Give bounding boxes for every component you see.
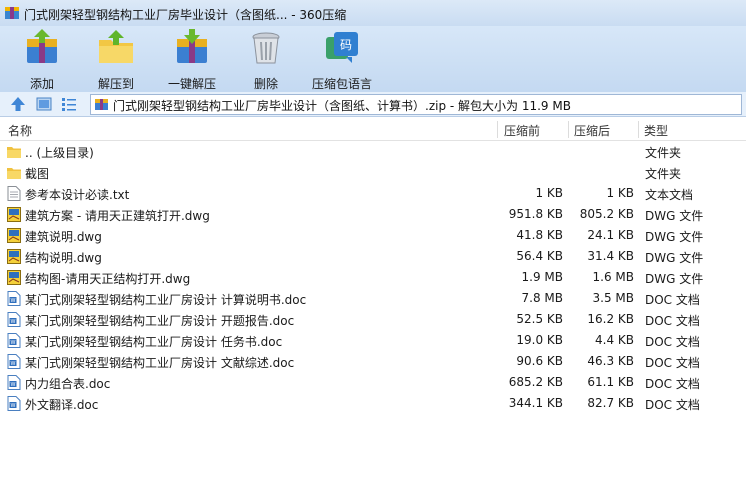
column-size[interactable]: 压缩前 bbox=[504, 122, 540, 139]
column-compressed[interactable]: 压缩后 bbox=[574, 122, 610, 139]
dwg-file-icon bbox=[7, 249, 21, 264]
doc-file-icon: W bbox=[7, 375, 21, 390]
dwg-file-icon bbox=[7, 207, 21, 222]
extract-folder-icon bbox=[99, 30, 133, 63]
path-field[interactable]: 门式刚架轻型钢结构工业厂房毕业设计（含图纸、计算书）.zip - 解包大小为 1… bbox=[90, 94, 742, 115]
trash-icon bbox=[252, 32, 280, 64]
language-pack-button[interactable]: 码 压缩包语言 bbox=[310, 28, 374, 91]
file-row[interactable]: 结构图-请用天正结构打开.dwg 1.9 MB 1.6 MB DWG 文件 bbox=[0, 267, 746, 288]
file-row[interactable]: W 某门式刚架轻型钢结构工业厂房设计 任务书.doc 19.0 KB 4.4 K… bbox=[0, 330, 746, 351]
file-row[interactable]: W 内力组合表.doc 685.2 KB 61.1 KB DOC 文档 bbox=[0, 372, 746, 393]
up-arrow-icon[interactable] bbox=[9, 95, 27, 113]
one-click-extract-button[interactable]: 一键解压 bbox=[166, 28, 218, 91]
list-view-icon[interactable] bbox=[60, 95, 78, 113]
file-row[interactable]: .. (上级目录) 文件夹 bbox=[0, 141, 746, 162]
extract-to-button[interactable]: 解压到 bbox=[96, 28, 136, 91]
window-title: 门式刚架轻型钢结构工业厂房毕业设计（含图纸... - 360压缩 bbox=[24, 8, 347, 22]
file-row[interactable]: 建筑方案 - 请用天正建筑打开.dwg 951.8 KB 805.2 KB DW… bbox=[0, 204, 746, 225]
folder-icon bbox=[7, 168, 21, 179]
file-row[interactable]: 参考本设计必读.txt 1 KB 1 KB 文本文档 bbox=[0, 183, 746, 204]
app-icon bbox=[5, 7, 19, 19]
thumbnail-view-icon[interactable] bbox=[35, 95, 53, 113]
svg-text:W: W bbox=[11, 403, 16, 409]
title-bar: 门式刚架轻型钢结构工业厂房毕业设计（含图纸... - 360压缩 bbox=[0, 0, 746, 26]
column-divider[interactable] bbox=[638, 121, 639, 138]
svg-text:码: 码 bbox=[340, 38, 352, 52]
zip-archive-icon bbox=[95, 99, 108, 110]
file-list: .. (上级目录) 文件夹 截图 文件夹 参考本设计必读.txt 1 KB 1 … bbox=[0, 141, 746, 414]
file-row[interactable]: 结构说明.dwg 56.4 KB 31.4 KB DWG 文件 bbox=[0, 246, 746, 267]
file-row[interactable]: W 某门式刚架轻型钢结构工业厂房设计 文献综述.doc 90.6 KB 46.3… bbox=[0, 351, 746, 372]
toolbar: 添加 解压到 一键解压 删除 码 压缩包语言 bbox=[0, 26, 746, 93]
column-name[interactable]: 名称 bbox=[8, 122, 32, 139]
file-row[interactable]: W 外文翻译.doc 344.1 KB 82.7 KB DOC 文档 bbox=[0, 393, 746, 414]
svg-text:W: W bbox=[11, 340, 16, 346]
file-row[interactable]: W 某门式刚架轻型钢结构工业厂房设计 开题报告.doc 52.5 KB 16.2… bbox=[0, 309, 746, 330]
doc-file-icon: W bbox=[7, 291, 21, 306]
column-type[interactable]: 类型 bbox=[644, 122, 668, 139]
svg-text:W: W bbox=[11, 319, 16, 325]
column-divider[interactable] bbox=[568, 121, 569, 138]
file-row[interactable]: W 某门式刚架轻型钢结构工业厂房设计 计算说明书.doc 7.8 MB 3.5 … bbox=[0, 288, 746, 309]
column-divider[interactable] bbox=[497, 121, 498, 138]
delete-button[interactable]: 删除 bbox=[246, 28, 286, 91]
add-archive-icon bbox=[27, 29, 57, 63]
one-click-extract-icon bbox=[177, 29, 207, 63]
doc-file-icon: W bbox=[7, 354, 21, 369]
svg-text:W: W bbox=[11, 298, 16, 304]
txt-file-icon bbox=[7, 186, 21, 201]
folder-icon bbox=[7, 147, 21, 158]
file-row[interactable]: 截图 文件夹 bbox=[0, 162, 746, 183]
file-row[interactable]: 建筑说明.dwg 41.8 KB 24.1 KB DWG 文件 bbox=[0, 225, 746, 246]
archive-path: 门式刚架轻型钢结构工业厂房毕业设计（含图纸、计算书）.zip - 解包大小为 1… bbox=[113, 99, 571, 113]
language-codec-icon: 码 bbox=[326, 32, 358, 63]
svg-text:W: W bbox=[11, 382, 16, 388]
address-bar: 门式刚架轻型钢结构工业厂房毕业设计（含图纸、计算书）.zip - 解包大小为 1… bbox=[0, 92, 746, 117]
doc-file-icon: W bbox=[7, 333, 21, 348]
svg-text:W: W bbox=[11, 361, 16, 367]
add-button[interactable]: 添加 bbox=[22, 28, 62, 91]
dwg-file-icon bbox=[7, 270, 21, 285]
file-list-header: 名称 压缩前 压缩后 类型 bbox=[0, 119, 746, 141]
doc-file-icon: W bbox=[7, 312, 21, 327]
dwg-file-icon bbox=[7, 228, 21, 243]
doc-file-icon: W bbox=[7, 396, 21, 411]
